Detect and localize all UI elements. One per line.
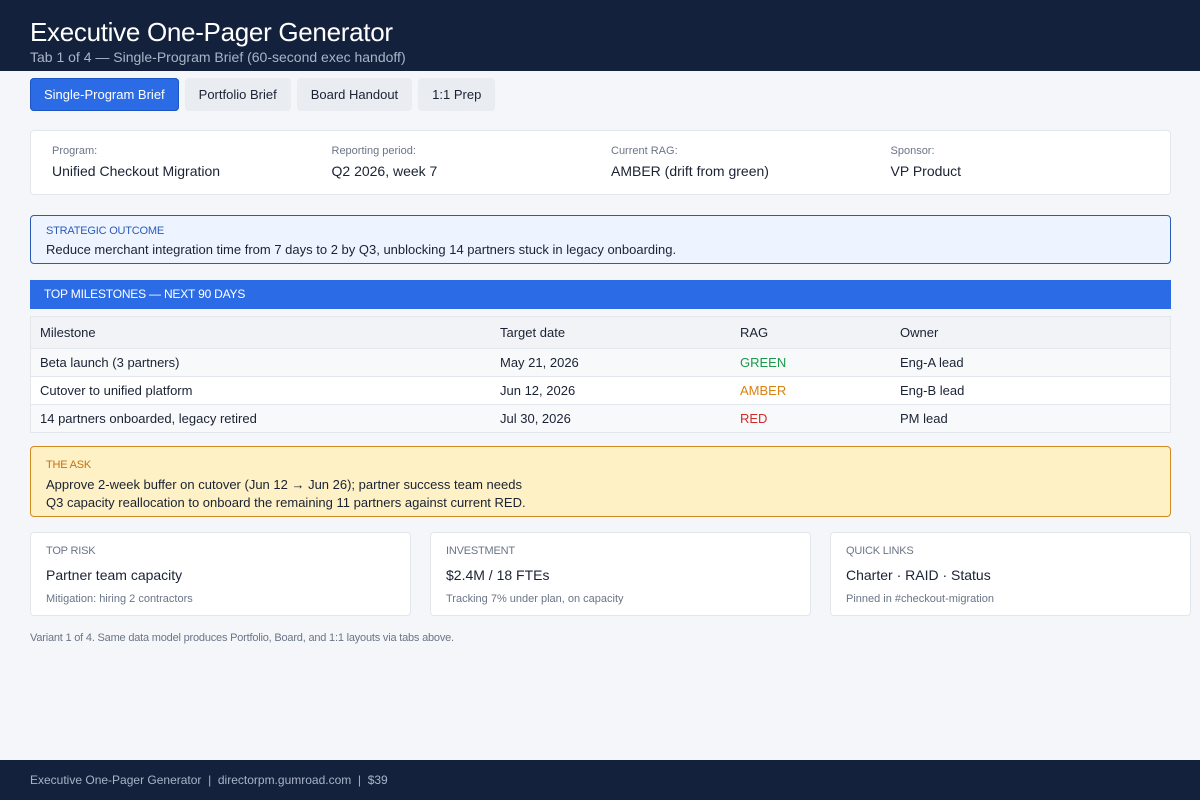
meta-program-label: Program: xyxy=(52,145,98,157)
quick-links-card: QUICK LINKS Charter · RAID · Status Pinn… xyxy=(830,532,1191,616)
owner-cell: PM lead xyxy=(900,411,948,426)
milestone-cell: Cutover to unified platform xyxy=(40,383,193,398)
rag-cell: RED xyxy=(740,411,768,426)
top-risk-value: Partner team capacity xyxy=(46,567,183,583)
program-meta-card: Program: Unified Checkout Migration Repo… xyxy=(30,130,1171,195)
top-risk-label: TOP RISK xyxy=(46,545,96,557)
app-footer: Executive One-Pager Generator | director… xyxy=(0,760,1200,800)
summary-cards: TOP RISK Partner team capacity Mitigatio… xyxy=(30,532,1191,616)
milestone-cell: 14 partners onboarded, legacy retired xyxy=(40,411,257,426)
meta-rag: Current RAG: AMBER (drift from green) xyxy=(611,144,891,194)
meta-sponsor-label: Sponsor: xyxy=(890,145,935,157)
meta-program: Program: Unified Checkout Migration xyxy=(52,144,332,194)
tab-bar: Single-Program Brief Portfolio Brief Boa… xyxy=(30,78,501,111)
table-row: Cutover to unified platform Jun 12, 2026… xyxy=(31,376,1170,404)
rag-cell: GREEN xyxy=(740,355,787,370)
the-ask-panel: THE ASK Approve 2-week buffer on cutover… xyxy=(30,446,1171,517)
tab-portfolio-brief[interactable]: Portfolio Brief xyxy=(184,78,291,111)
target-date-cell: Jun 12, 2026 xyxy=(500,383,576,398)
meta-rag-label: Current RAG: xyxy=(611,145,678,157)
tab-single-program-brief[interactable]: Single-Program Brief xyxy=(30,78,179,111)
strategic-outcome-panel: STRATEGIC OUTCOME Reduce merchant integr… xyxy=(30,215,1171,264)
meta-sponsor-value: VP Product xyxy=(890,163,962,179)
column-header-milestone: Milestone xyxy=(40,325,96,340)
strategic-outcome-label: STRATEGIC OUTCOME xyxy=(46,225,165,237)
top-risk-card: TOP RISK Partner team capacity Mitigatio… xyxy=(30,532,411,616)
variant-note: Variant 1 of 4. Same data model produces… xyxy=(30,632,454,644)
milestones-table: Milestone Target date RAG Owner Beta lau… xyxy=(30,316,1171,433)
rag-cell: AMBER xyxy=(740,383,787,398)
milestone-cell: Beta launch (3 partners) xyxy=(40,355,180,370)
investment-label: INVESTMENT xyxy=(446,545,515,557)
owner-cell: Eng-A lead xyxy=(900,355,964,370)
meta-program-value: Unified Checkout Migration xyxy=(52,163,221,179)
milestones-section-header: TOP MILESTONES — NEXT 90 DAYS xyxy=(30,280,1171,309)
the-ask-line-2: Q3 capacity reallocation to onboard the … xyxy=(46,495,526,510)
column-header-target-date: Target date xyxy=(500,325,566,340)
owner-cell: Eng-B lead xyxy=(900,383,965,398)
the-ask-line-1: Approve 2-week buffer on cutover (Jun 12… xyxy=(46,477,522,492)
page-title: Executive One-Pager Generator xyxy=(30,17,393,47)
meta-period-value: Q2 2026, week 7 xyxy=(331,163,438,179)
table-header-row: Milestone Target date RAG Owner xyxy=(31,317,1170,348)
strategic-outcome-text: Reduce merchant integration time from 7 … xyxy=(46,242,677,257)
quick-links-label: QUICK LINKS xyxy=(846,545,914,557)
meta-period-label: Reporting period: xyxy=(331,145,416,157)
top-risk-note: Mitigation: hiring 2 contractors xyxy=(46,593,193,605)
tab-board-handout[interactable]: Board Handout xyxy=(296,78,413,111)
quick-links-value[interactable]: Charter · RAID · Status xyxy=(846,566,1175,584)
column-header-owner: Owner xyxy=(900,325,939,340)
column-header-rag: RAG xyxy=(740,325,769,340)
meta-period: Reporting period: Q2 2026, week 7 xyxy=(332,144,612,194)
investment-note: Tracking 7% under plan, on capacity xyxy=(446,593,624,605)
target-date-cell: Jul 30, 2026 xyxy=(500,411,571,426)
page-subtitle: Tab 1 of 4 — Single-Program Brief (60-se… xyxy=(30,49,406,65)
table-row: 14 partners onboarded, legacy retired Ju… xyxy=(31,404,1170,432)
quick-links-note: Pinned in #checkout-migration xyxy=(846,593,994,605)
tab-1-1-prep[interactable]: 1:1 Prep xyxy=(418,78,496,111)
meta-sponsor: Sponsor: VP Product xyxy=(891,144,1171,194)
investment-value: $2.4M / 18 FTEs xyxy=(446,567,550,583)
meta-rag-value: AMBER (drift from green) xyxy=(611,163,769,179)
investment-card: INVESTMENT $2.4M / 18 FTEs Tracking 7% u… xyxy=(430,532,811,616)
target-date-cell: May 21, 2026 xyxy=(500,355,579,370)
table-row: Beta launch (3 partners) May 21, 2026 GR… xyxy=(31,348,1170,376)
app-header: Executive One-Pager Generator Tab 1 of 4… xyxy=(0,0,1200,71)
the-ask-label: THE ASK xyxy=(46,459,92,471)
